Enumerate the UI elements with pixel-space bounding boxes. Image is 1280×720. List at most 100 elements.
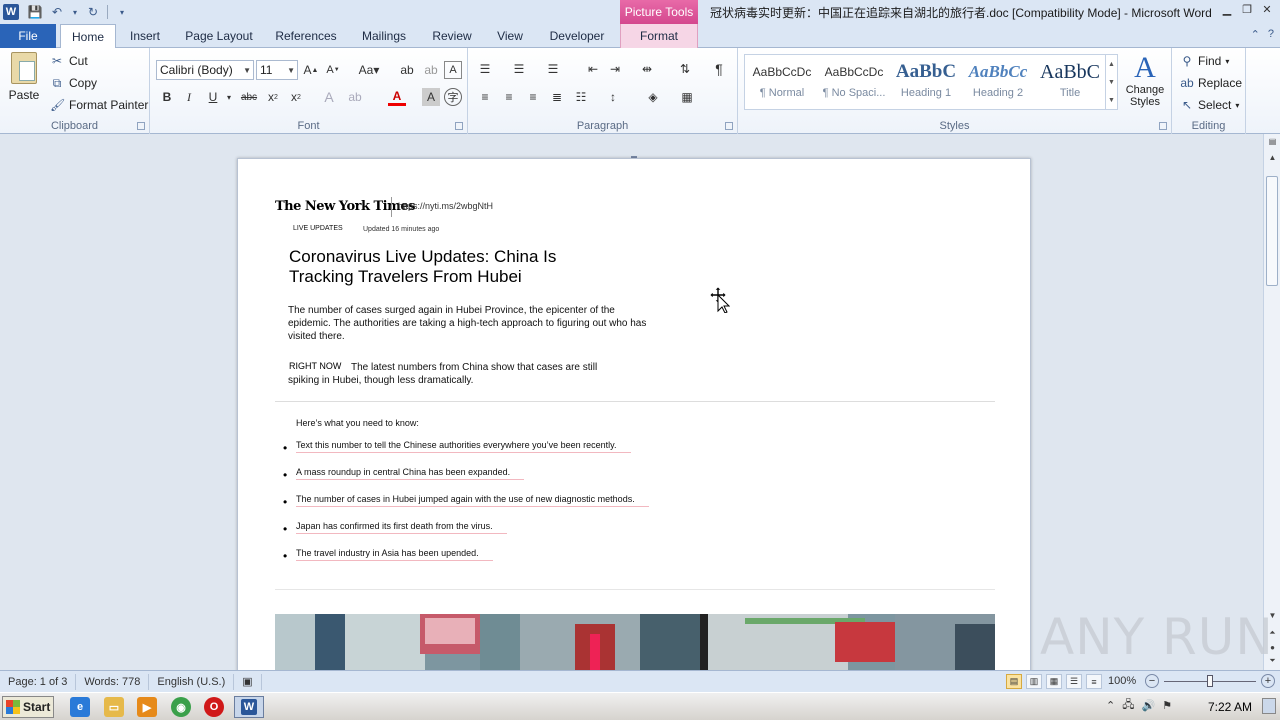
taskbar-word-button[interactable]: W xyxy=(234,696,264,718)
opera-icon[interactable]: O xyxy=(204,697,224,717)
outline-icon[interactable]: ☰ xyxy=(1066,674,1082,689)
tab-page-layout[interactable]: Page Layout xyxy=(178,24,260,48)
chevron-down-icon[interactable]: ▼ xyxy=(1108,79,1115,86)
text-effects-icon[interactable]: A xyxy=(320,88,338,106)
tab-file[interactable]: File xyxy=(0,24,56,48)
style-normal[interactable]: AaBbCcDc ¶ Normal xyxy=(747,57,817,107)
styles-launcher-icon[interactable] xyxy=(1159,122,1167,130)
cut-button[interactable]: ✂ Cut xyxy=(50,52,88,70)
media-player-icon[interactable]: ▶ xyxy=(137,697,157,717)
line-spacing-icon[interactable]: ↕ xyxy=(604,88,622,106)
justify-icon[interactable]: ≣ xyxy=(548,88,566,106)
start-button[interactable]: Start xyxy=(2,696,54,718)
clipboard-launcher-icon[interactable] xyxy=(137,122,145,130)
increase-indent-icon[interactable]: ⇥ xyxy=(606,60,624,78)
style-title[interactable]: AaBbC Title xyxy=(1035,57,1105,107)
scrollbar-thumb[interactable] xyxy=(1266,176,1278,286)
folder-icon[interactable]: ▭ xyxy=(104,697,124,717)
network-icon[interactable]: 🖧 xyxy=(1122,696,1134,715)
document-page[interactable]: The New York Times https://nyti.ms/2wbgN… xyxy=(237,158,1031,678)
print-layout-icon[interactable]: ▤ xyxy=(1006,674,1022,689)
close-icon[interactable]: ✕ xyxy=(1260,2,1274,16)
subscript-icon[interactable]: x2 xyxy=(264,88,282,106)
show-formatting-icon[interactable]: ¶ xyxy=(710,60,728,78)
tab-mailings[interactable]: Mailings xyxy=(352,24,416,48)
sort-icon[interactable]: ⇅ xyxy=(676,60,694,78)
highlight-icon[interactable]: ab xyxy=(346,88,364,106)
save-icon[interactable]: 💾 xyxy=(27,4,43,20)
tab-view[interactable]: View xyxy=(488,24,532,48)
font-name-select[interactable]: Calibri (Body) ▼ xyxy=(156,60,254,80)
chrome-icon[interactable]: ◉ xyxy=(171,697,191,717)
action-center-flag-icon[interactable]: ⚑ xyxy=(1162,699,1172,712)
format-painter-button[interactable]: 🖌 Format Painter xyxy=(50,96,148,114)
underline-dropdown-icon[interactable]: ▾ xyxy=(220,88,238,106)
superscript-icon[interactable]: x2 xyxy=(287,88,305,106)
vertical-scrollbar[interactable]: ▤ ▲ ▼ ⏶ ● ⏷ xyxy=(1263,134,1280,670)
change-case-icon[interactable]: Aa▾ xyxy=(356,61,382,79)
word-app-icon[interactable]: W xyxy=(3,4,19,20)
language-indicator[interactable]: English (U.S.) xyxy=(149,673,235,690)
shading-icon[interactable]: ◈ xyxy=(644,88,662,106)
bullet-link[interactable]: Text this number to tell the Chinese aut… xyxy=(296,440,631,453)
tab-home[interactable]: Home xyxy=(60,24,116,49)
draft-icon[interactable]: ≡ xyxy=(1086,674,1102,689)
tab-format[interactable]: Format xyxy=(620,24,698,48)
help-icon[interactable]: ? xyxy=(1268,28,1274,41)
undo-icon[interactable]: ↶ xyxy=(49,4,65,20)
bullet-link[interactable]: A mass roundup in central China has been… xyxy=(296,467,525,480)
shrink-font-icon[interactable]: A ▼ xyxy=(324,61,342,79)
zoom-slider-thumb[interactable] xyxy=(1207,675,1213,687)
bullet-link[interactable]: The number of cases in Hubei jumped agai… xyxy=(296,494,649,507)
tab-review[interactable]: Review xyxy=(424,24,480,48)
decrease-indent-icon[interactable]: ⇤ xyxy=(584,60,602,78)
copy-button[interactable]: ⧉ Copy xyxy=(50,74,97,92)
change-styles-button[interactable]: A Change Styles xyxy=(1122,52,1168,116)
page-count[interactable]: Page: 1 of 3 xyxy=(0,673,77,690)
align-left-icon[interactable]: ≡ xyxy=(476,88,494,106)
multilevel-list-icon[interactable]: ☰ xyxy=(544,60,562,78)
paragraph-launcher-icon[interactable] xyxy=(725,122,733,130)
restore-icon[interactable]: ❐ xyxy=(1240,2,1254,16)
phonetic-guide-icon[interactable]: ab xyxy=(422,61,440,79)
character-shading-icon[interactable]: A xyxy=(422,88,440,106)
chevron-up-icon[interactable]: ▲ xyxy=(1264,150,1280,164)
minimize-ribbon-icon[interactable]: ⌃ xyxy=(1251,28,1260,41)
customize-qat-icon[interactable]: ▾ xyxy=(114,4,130,20)
minimize-icon[interactable]: ▁ xyxy=(1220,2,1234,16)
ruler-toggle-icon[interactable]: ▤ xyxy=(1264,134,1280,148)
grow-font-icon[interactable]: A ▲ xyxy=(302,61,320,79)
more-styles-icon[interactable]: ▼ xyxy=(1108,97,1115,104)
bullet-link[interactable]: Japan has confirmed its first death from… xyxy=(296,521,507,534)
tab-references[interactable]: References xyxy=(268,24,344,48)
clock[interactable]: 7:22 AM xyxy=(1208,700,1252,714)
full-screen-reading-icon[interactable]: ▥ xyxy=(1026,674,1042,689)
font-color-icon[interactable]: A xyxy=(388,88,406,106)
undo-dropdown-icon[interactable]: ▾ xyxy=(71,4,79,20)
tray-expand-icon[interactable]: ⌃ xyxy=(1106,699,1115,712)
show-desktop-button[interactable] xyxy=(1262,698,1276,714)
style-no-spacing[interactable]: AaBbCcDc ¶ No Spaci... xyxy=(819,57,889,107)
font-launcher-icon[interactable] xyxy=(455,122,463,130)
clear-formatting-icon[interactable]: ab xyxy=(398,61,416,79)
redo-icon[interactable]: ↻ xyxy=(85,4,101,20)
zoom-out-icon[interactable]: − xyxy=(1145,674,1159,688)
chevron-up-icon[interactable]: ▲ xyxy=(1108,61,1115,68)
strikethrough-icon[interactable]: abc xyxy=(240,88,258,106)
bold-icon[interactable]: B xyxy=(158,88,176,106)
align-center-icon[interactable]: ≡ xyxy=(500,88,518,106)
select-button[interactable]: ↖ Select ▾ xyxy=(1180,96,1239,114)
replace-button[interactable]: ab Replace xyxy=(1180,74,1242,92)
web-layout-icon[interactable]: ▦ xyxy=(1046,674,1062,689)
italic-icon[interactable]: I xyxy=(180,88,198,106)
style-heading-1[interactable]: AaBbC Heading 1 xyxy=(891,57,961,107)
paste-button[interactable]: Paste xyxy=(6,52,42,110)
asian-layout-icon[interactable]: ⇹ xyxy=(638,60,656,78)
font-size-select[interactable]: 11 ▼ xyxy=(256,60,298,80)
character-border-icon[interactable]: A xyxy=(444,61,462,79)
volume-icon[interactable]: 🔊 xyxy=(1141,699,1155,712)
numbering-icon[interactable]: ☰ xyxy=(510,60,528,78)
style-heading-2[interactable]: AaBbCc Heading 2 xyxy=(963,57,1033,107)
tab-insert[interactable]: Insert xyxy=(120,24,170,48)
word-count[interactable]: Words: 778 xyxy=(76,673,150,690)
